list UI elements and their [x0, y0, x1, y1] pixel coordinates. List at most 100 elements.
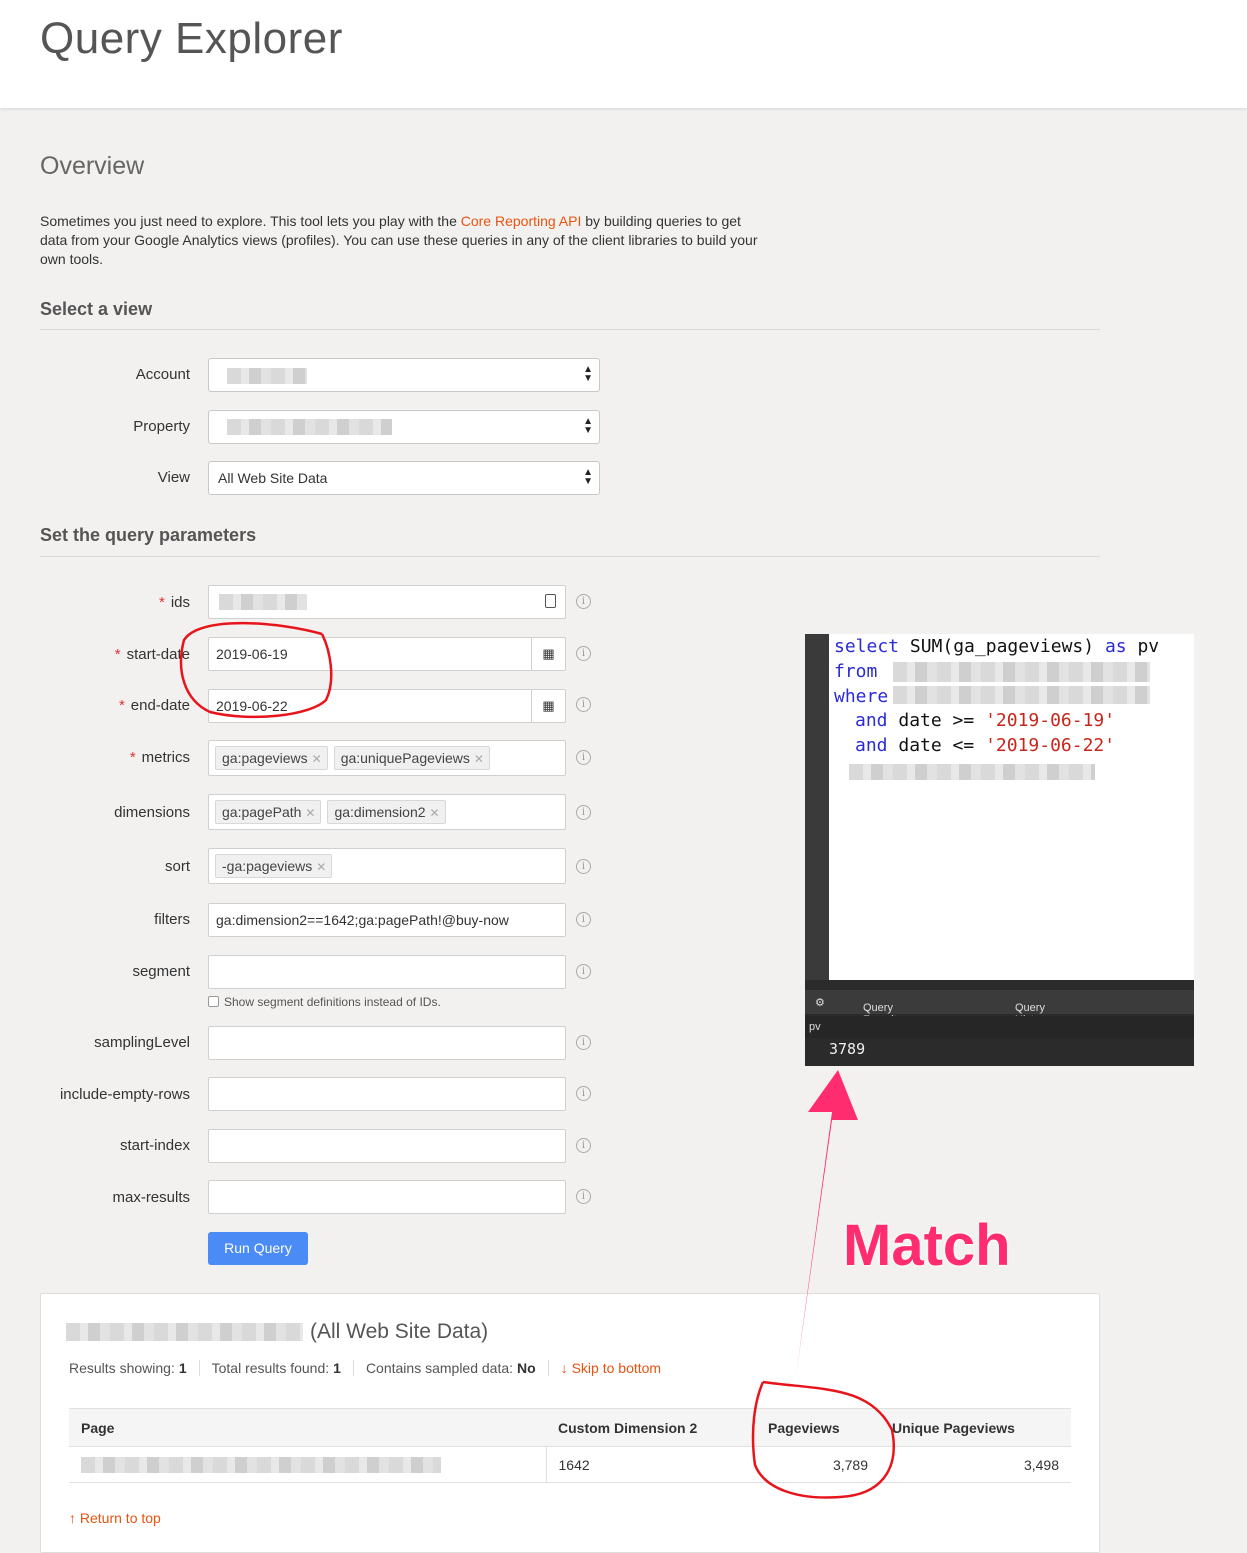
calendar-icon[interactable]: ▦: [531, 638, 565, 670]
info-icon[interactable]: i: [576, 964, 591, 979]
account-select[interactable]: ▲ ▼: [208, 358, 600, 392]
column-header[interactable]: Custom Dimension 2: [546, 1408, 756, 1447]
table-header-row: Page Custom Dimension 2 Pageviews Unique…: [69, 1408, 1071, 1447]
start-index-input[interactable]: [208, 1129, 566, 1163]
account-label: Account: [135, 366, 190, 383]
id-card-icon[interactable]: [545, 594, 556, 608]
ids-input[interactable]: [208, 585, 566, 619]
metric-chip[interactable]: ga:uniquePageviews ✕: [333, 746, 490, 770]
results-title: (All Web Site Data): [310, 1320, 489, 1343]
view-select-value: All Web Site Data: [218, 470, 328, 486]
top-bar: Query Explorer: [0, 0, 1247, 108]
result-value: 3789: [829, 1040, 866, 1058]
return-to-top-link[interactable]: ↑ Return to top: [69, 1510, 161, 1526]
app-title: Query Explorer: [40, 14, 343, 63]
metric-chip[interactable]: ga:pageviews ✕: [215, 746, 328, 770]
sort-input[interactable]: -ga:pageviews ✕: [208, 848, 566, 884]
sort-chip[interactable]: -ga:pageviews ✕: [215, 854, 333, 878]
sampling-level-input[interactable]: [208, 1026, 566, 1060]
property-label: Property: [133, 418, 190, 435]
filters-input[interactable]: ga:dimension2==1642;ga:pagePath!@buy-now: [208, 903, 566, 937]
remove-icon: ✕: [316, 860, 327, 874]
remove-icon: ✕: [311, 752, 322, 766]
info-icon[interactable]: i: [576, 1086, 591, 1101]
info-icon[interactable]: i: [576, 1138, 591, 1153]
property-select[interactable]: ▲ ▼: [208, 410, 600, 444]
results-stats: Results showing: 1 Total results found: 1 Co…: [69, 1360, 661, 1376]
info-icon[interactable]: i: [576, 1035, 591, 1050]
page-cell: [69, 1446, 546, 1483]
dimensions-label: dimensions: [114, 804, 190, 821]
metrics-input[interactable]: ga:pageviews ✕ ga:uniquePageviews ✕: [208, 740, 566, 776]
view-label: View: [157, 469, 190, 486]
skip-to-bottom-link[interactable]: ↓ Skip to bottom: [561, 1360, 661, 1376]
dimension-chip[interactable]: ga:pagePath ✕: [215, 800, 322, 824]
dimensions-input[interactable]: ga:pagePath ✕ ga:dimension2 ✕: [208, 794, 566, 830]
end-date-input[interactable]: 2019-06-22 ▦: [208, 689, 566, 723]
column-header[interactable]: Unique Pageviews: [880, 1408, 1071, 1447]
column-header[interactable]: Page: [69, 1408, 546, 1447]
redacted-table: [893, 662, 1150, 682]
sql-line-3: where: [834, 686, 889, 707]
redacted-view-name: [66, 1323, 303, 1341]
editor-toolbar: ⚙ Query Favorites ⌄ Query History ⌄: [805, 990, 1194, 1026]
start-date-input[interactable]: 2019-06-19 ▦: [208, 637, 566, 671]
info-icon[interactable]: i: [576, 594, 591, 609]
filters-label: filters: [154, 911, 190, 928]
view-select[interactable]: All Web Site Data ▲ ▼: [208, 461, 600, 495]
redacted-property: [227, 419, 392, 435]
select-arrows-icon: ▲ ▼: [583, 467, 593, 487]
checkbox[interactable]: [208, 996, 219, 1007]
results-table: Page Custom Dimension 2 Pageviews Unique…: [69, 1408, 1071, 1483]
sql-line-4: and date >= '2019-06-19': [855, 710, 1116, 731]
include-empty-rows-input[interactable]: [208, 1077, 566, 1111]
gear-icon[interactable]: ⚙: [815, 996, 825, 1009]
sql-line-2: from: [834, 661, 878, 682]
info-icon[interactable]: i: [576, 750, 591, 765]
ids-label: * ids: [158, 594, 190, 611]
dimension-chip[interactable]: ga:dimension2 ✕: [327, 800, 446, 824]
redacted-account: [227, 368, 307, 384]
sql-line-5: and date <= '2019-06-22': [855, 735, 1116, 756]
segment-definitions-checkbox[interactable]: Show segment definitions instead of IDs.: [208, 995, 441, 1009]
column-header[interactable]: Pageviews: [756, 1408, 880, 1447]
info-icon[interactable]: i: [576, 912, 591, 927]
select-arrows-icon: ▲ ▼: [583, 416, 593, 436]
select-arrows-icon: ▲ ▼: [583, 364, 593, 384]
pageviews-cell: 3,789: [756, 1446, 880, 1483]
include-empty-rows-label: include-empty-rows: [59, 1086, 190, 1103]
info-icon[interactable]: i: [576, 859, 591, 874]
total-results: Total results found: 1: [212, 1360, 354, 1376]
dimension2-cell: 1642: [545, 1446, 756, 1483]
segment-label: segment: [132, 963, 190, 980]
result-column-pv: pv: [809, 1021, 821, 1033]
end-date-label: * end-date: [118, 697, 190, 714]
match-label: Match: [843, 1213, 1011, 1278]
results-showing: Results showing: 1: [69, 1360, 200, 1376]
max-results-input[interactable]: [208, 1180, 566, 1214]
overview-text-start: Sometimes you just need to explore. This…: [40, 213, 461, 229]
query-params-heading: Set the query parameters: [40, 525, 257, 545]
info-icon[interactable]: i: [576, 697, 591, 712]
info-icon[interactable]: i: [576, 646, 591, 661]
max-results-label: max-results: [112, 1189, 190, 1206]
remove-icon: ✕: [305, 806, 316, 820]
remove-icon: ✕: [473, 752, 484, 766]
info-icon[interactable]: i: [576, 805, 591, 820]
run-query-button[interactable]: Run Query: [208, 1232, 308, 1265]
section-divider: [40, 329, 1100, 330]
sort-label: sort: [164, 858, 190, 875]
overview-heading: Overview: [40, 152, 145, 180]
start-index-label: start-index: [119, 1137, 190, 1154]
section-divider: [40, 556, 1100, 557]
core-reporting-api-link[interactable]: Core Reporting API: [461, 213, 582, 229]
end-date-value: 2019-06-22: [216, 698, 288, 714]
start-date-value: 2019-06-19: [216, 646, 288, 662]
sql-editor-screenshot: select SUM(ga_pageviews) as pv from wher…: [805, 634, 1194, 1066]
info-icon[interactable]: i: [576, 1189, 591, 1204]
segment-input[interactable]: [208, 955, 566, 989]
result-header: pv: [805, 1016, 1194, 1038]
calendar-icon[interactable]: ▦: [531, 690, 565, 722]
sampled-data: Contains sampled data: No: [366, 1360, 549, 1376]
filters-value: ga:dimension2==1642;ga:pagePath!@buy-now: [216, 912, 509, 928]
